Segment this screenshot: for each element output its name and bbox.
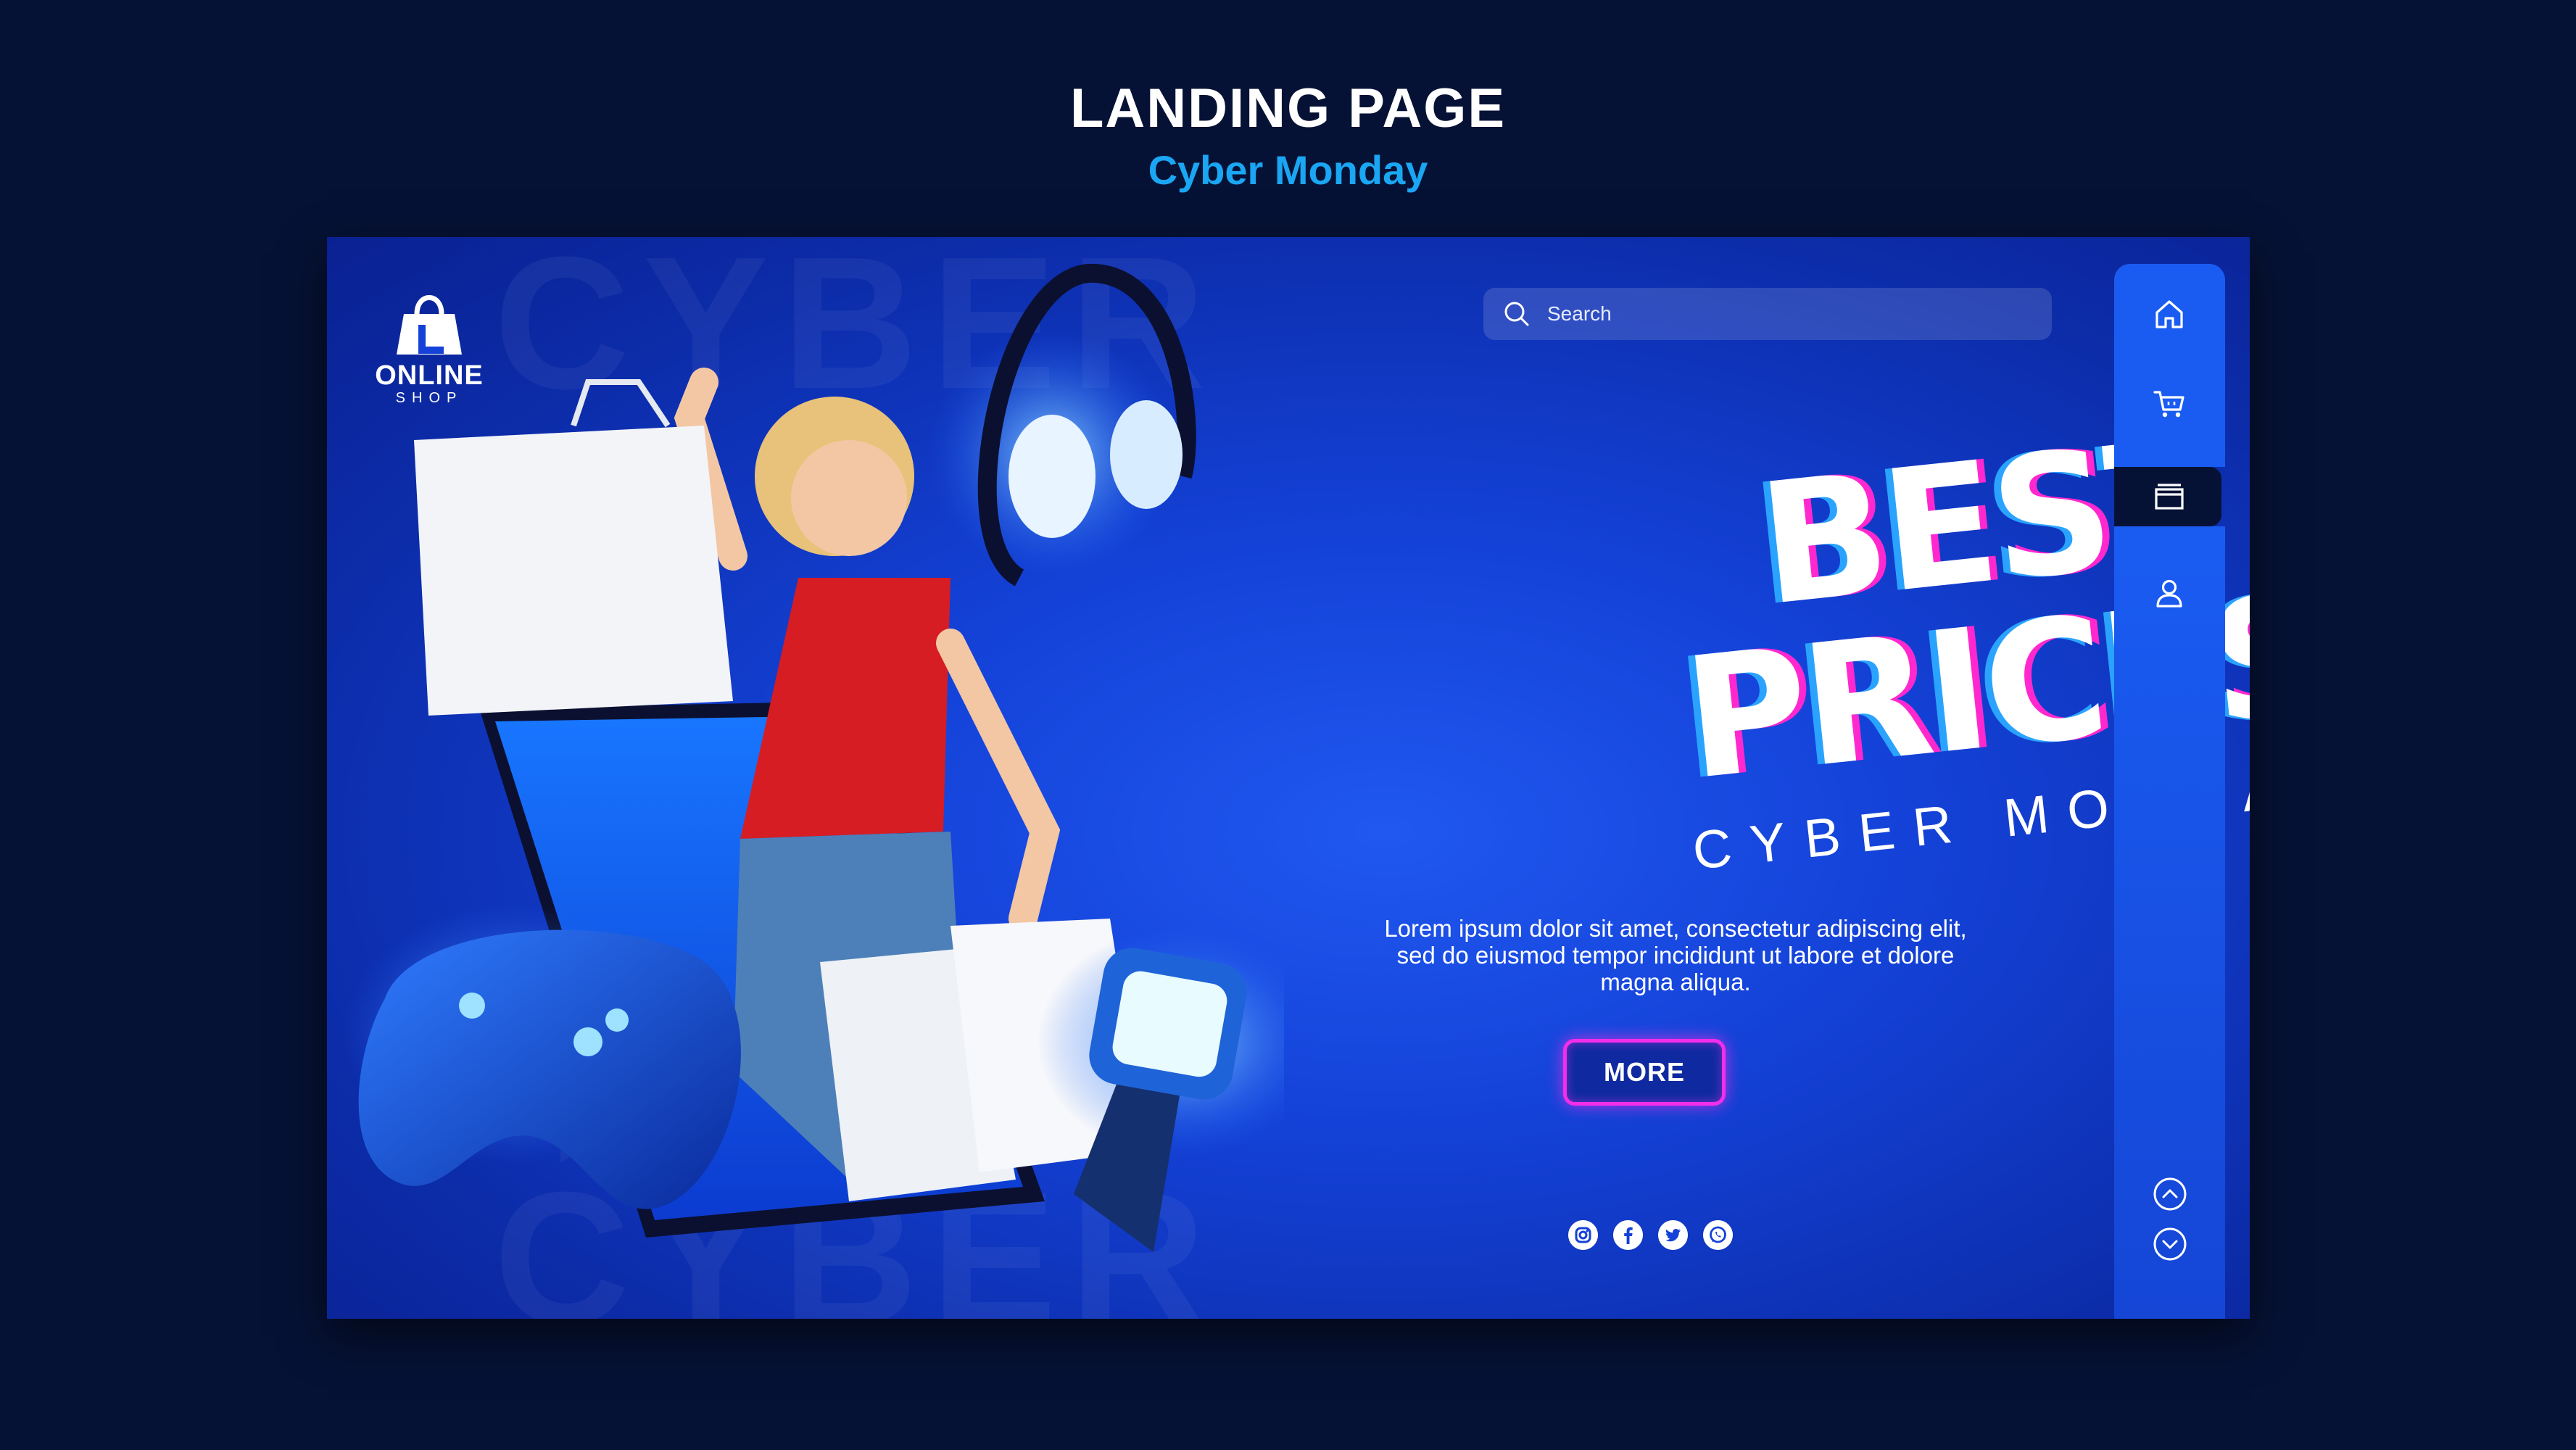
logo-text-shop: SHOP — [395, 390, 463, 406]
user-icon — [2156, 579, 2182, 608]
body-text: Lorem ipsum dolor sit amet, consectetur … — [1384, 915, 1967, 995]
window-icon — [2155, 484, 2184, 510]
sidebar-item-home[interactable] — [2145, 290, 2193, 338]
sidebar-item-cart[interactable] — [2145, 380, 2193, 428]
twitter-icon[interactable] — [1658, 1220, 1688, 1250]
headphones-graphic — [929, 263, 1196, 587]
sidebar-item-user[interactable] — [2145, 569, 2193, 617]
shopping-bag-logo-icon — [397, 295, 462, 355]
chevron-down-icon[interactable] — [2153, 1227, 2187, 1262]
cart-icon — [2153, 391, 2184, 418]
sidebar-item-window[interactable] — [2145, 473, 2193, 521]
online-shop-logo[interactable]: ONLINE SHOP — [375, 285, 484, 406]
landing-card: CYBER CYBER CYBER — [327, 237, 2250, 1319]
gamepad-graphic — [341, 904, 741, 1209]
search-bar[interactable] — [1483, 288, 2052, 340]
more-button[interactable]: MORE — [1563, 1039, 1726, 1106]
facebook-icon[interactable] — [1613, 1220, 1643, 1250]
instagram-icon[interactable] — [1568, 1220, 1598, 1250]
page-title: LANDING PAGE — [1069, 78, 1507, 139]
social-links — [1568, 1220, 1733, 1250]
smartwatch-graphic — [1038, 926, 1284, 1252]
search-input[interactable] — [1546, 302, 2013, 326]
search-icon — [1504, 302, 1529, 326]
chevron-up-icon[interactable] — [2153, 1177, 2187, 1211]
page-subtitle: Cyber Monday — [1148, 147, 1428, 193]
page-header: LANDING PAGE Cyber Monday — [0, 76, 2576, 196]
home-icon — [2155, 300, 2183, 328]
logo-text-online: ONLINE — [375, 360, 484, 391]
shopping-bag-graphic — [414, 379, 733, 716]
whatsapp-icon[interactable] — [1703, 1220, 1733, 1250]
